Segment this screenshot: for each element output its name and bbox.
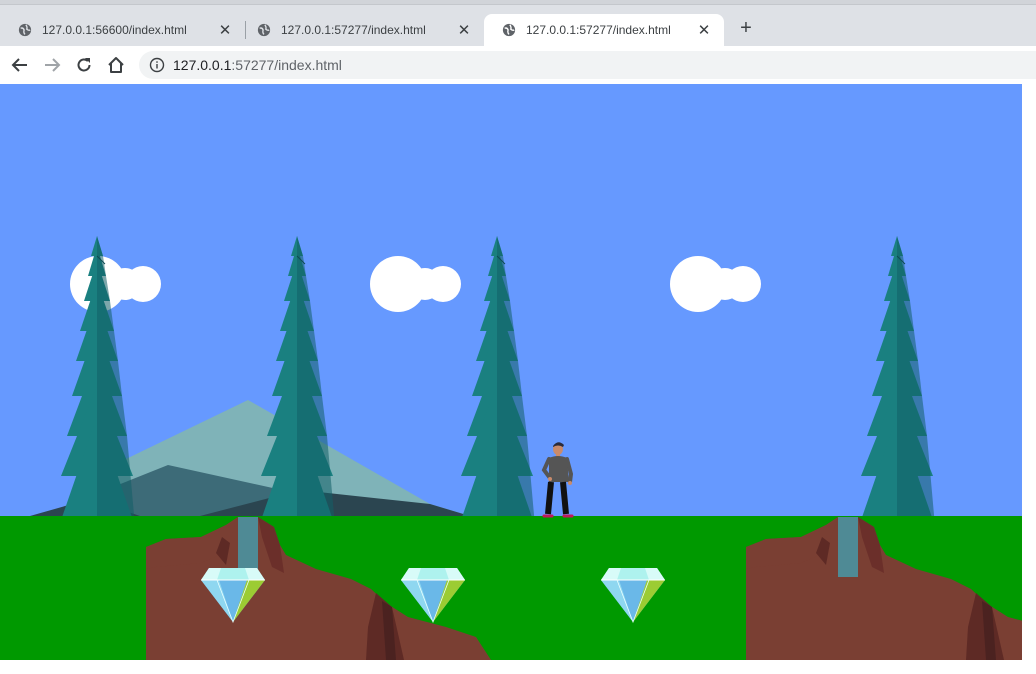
globe-icon xyxy=(502,23,516,37)
tab-3-active[interactable]: 127.0.0.1:57277/index.html ✕ xyxy=(484,14,724,46)
tab-2-close-icon[interactable]: ✕ xyxy=(456,22,472,39)
browser-toolbar: 127.0.0.1:57277/index.html xyxy=(0,46,1036,85)
globe-icon xyxy=(18,23,32,37)
arrow-left-icon xyxy=(11,58,27,72)
forward-button[interactable] xyxy=(40,53,64,77)
reload-button[interactable] xyxy=(72,53,96,77)
tab-2[interactable]: 127.0.0.1:57277/index.html ✕ xyxy=(239,14,484,46)
tab-1-title: 127.0.0.1:56600/index.html xyxy=(42,23,187,37)
tab-3-title: 127.0.0.1:57277/index.html xyxy=(526,23,671,37)
tab-1[interactable]: 127.0.0.1:56600/index.html ✕ xyxy=(0,14,245,46)
page-bottom-margin xyxy=(0,660,1036,674)
tab-3-close-icon[interactable]: ✕ xyxy=(696,22,712,39)
address-url: 127.0.0.1:57277/index.html xyxy=(173,57,342,73)
game-scene xyxy=(0,84,1022,660)
reload-icon xyxy=(77,58,91,72)
address-bar[interactable]: 127.0.0.1:57277/index.html xyxy=(139,51,1036,79)
tab-2-title: 127.0.0.1:57277/index.html xyxy=(281,23,426,37)
game-canvas[interactable] xyxy=(0,84,1022,660)
page-scrollbar[interactable] xyxy=(1022,84,1036,660)
browser-tab-strip: 127.0.0.1:56600/index.html ✕ 127.0.0.1:5… xyxy=(0,0,1036,46)
window-top-edge xyxy=(0,0,1036,5)
info-icon xyxy=(149,57,165,73)
home-button[interactable] xyxy=(104,53,128,77)
back-button[interactable] xyxy=(8,53,32,77)
tab-1-close-icon[interactable]: ✕ xyxy=(217,22,233,39)
arrow-right-icon xyxy=(45,58,61,72)
new-tab-button[interactable]: + xyxy=(735,17,757,39)
globe-icon xyxy=(257,23,271,37)
home-icon xyxy=(108,57,124,73)
address-path: :57277/index.html xyxy=(231,57,342,73)
address-host: 127.0.0.1 xyxy=(173,57,232,73)
